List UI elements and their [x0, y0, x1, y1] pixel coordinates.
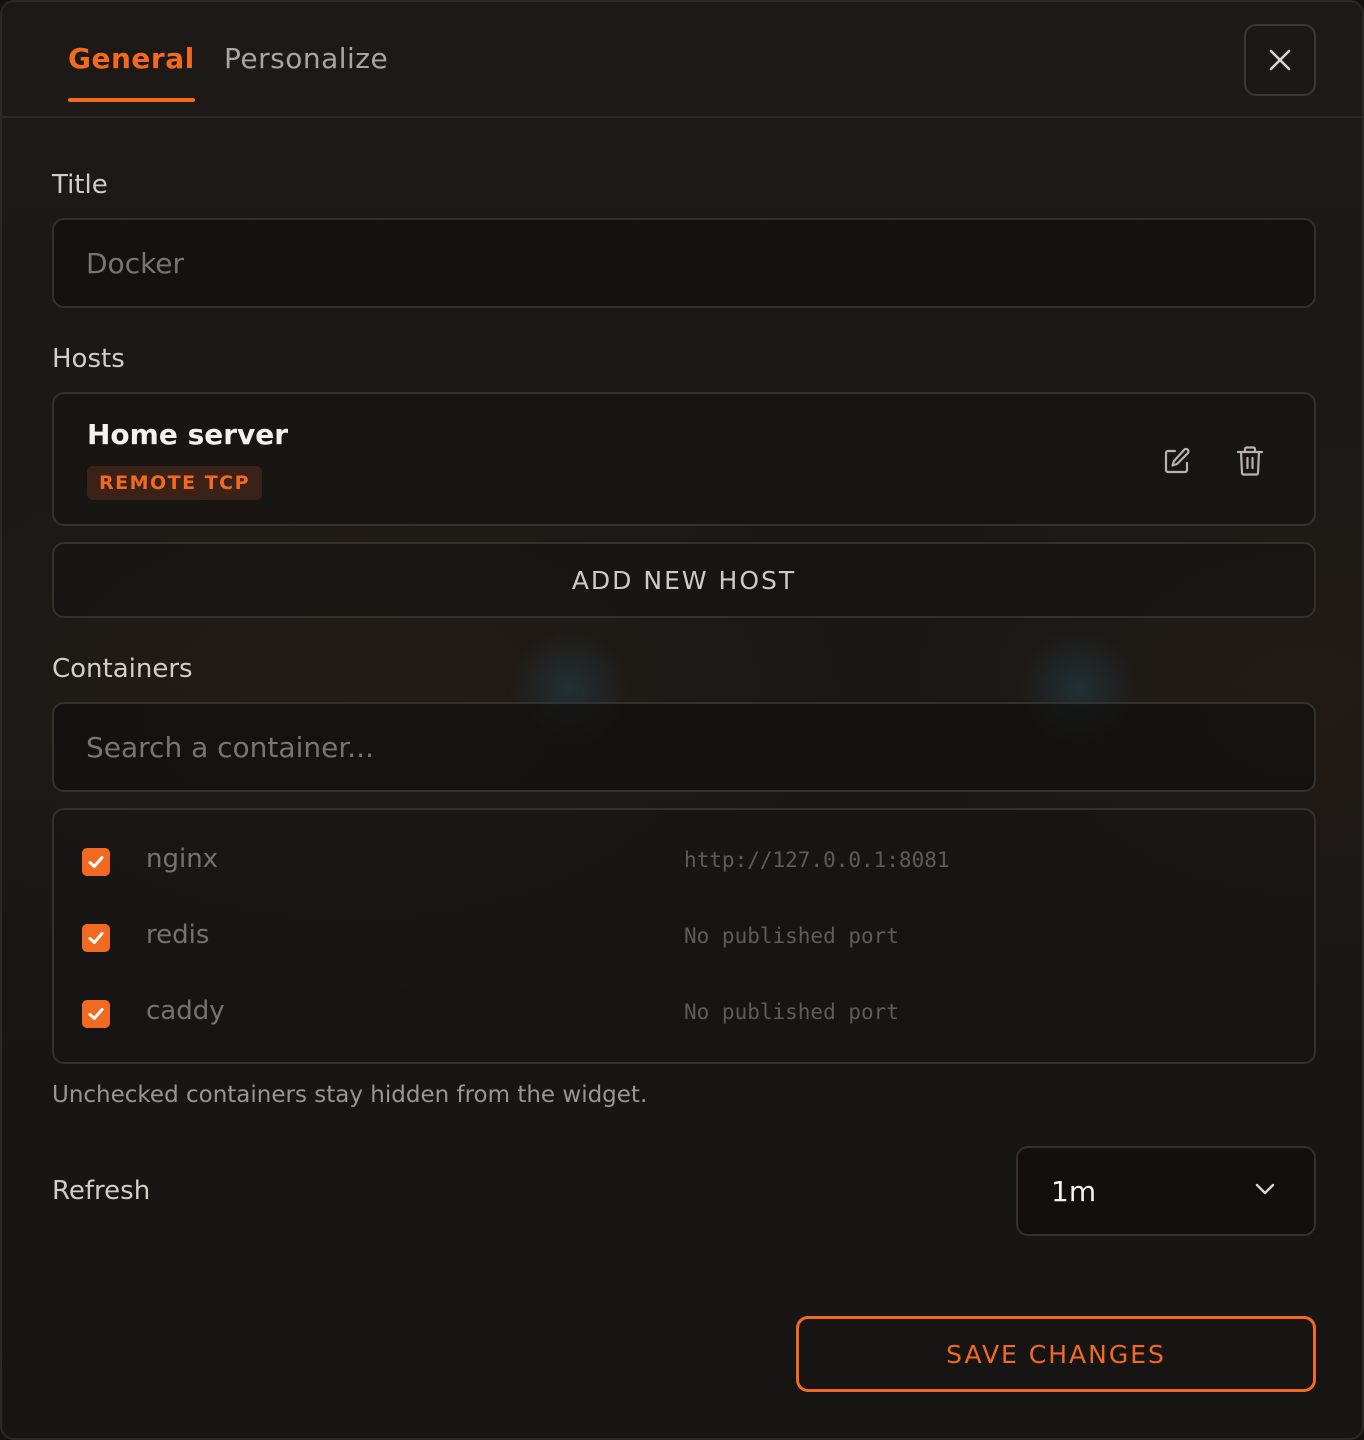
add-new-host-button[interactable]: ADD NEW HOST: [52, 542, 1316, 618]
container-checkbox[interactable]: [82, 848, 110, 876]
container-name: redis: [146, 920, 210, 950]
container-port: http://127.0.0.1:8081: [684, 848, 950, 872]
host-name: Home server: [87, 418, 289, 451]
container-list: nginx http://127.0.0.1:8081 redis No pub…: [52, 808, 1316, 1064]
title-input[interactable]: [52, 218, 1316, 308]
tab-general[interactable]: General: [68, 42, 195, 102]
hosts-label: Hosts: [52, 344, 125, 374]
refresh-select[interactable]: 1m: [1016, 1146, 1316, 1236]
checkmark-icon: [88, 1008, 104, 1020]
delete-host-button[interactable]: [1233, 444, 1267, 478]
container-row: redis No published port: [54, 908, 1314, 968]
widget-settings-dialog: General Personalize Title Hosts Home ser…: [0, 0, 1364, 1440]
container-checkbox[interactable]: [82, 1000, 110, 1028]
containers-label: Containers: [52, 654, 193, 684]
close-button[interactable]: [1244, 24, 1316, 96]
title-label: Title: [52, 170, 108, 200]
close-icon: [1269, 49, 1291, 71]
trash-icon: [1236, 446, 1264, 476]
tab-bar: General Personalize: [2, 2, 1362, 118]
container-port: No published port: [684, 1000, 899, 1024]
container-row: caddy No published port: [54, 984, 1314, 1044]
edit-icon: [1164, 447, 1190, 474]
checkmark-icon: [88, 932, 104, 944]
save-changes-button[interactable]: SAVE CHANGES: [796, 1316, 1316, 1392]
container-port: No published port: [684, 924, 899, 948]
container-search-input[interactable]: [52, 702, 1316, 792]
host-type-badge: REMOTE TCP: [87, 466, 263, 500]
refresh-value: 1m: [1051, 1174, 1097, 1208]
container-checkbox[interactable]: [82, 924, 110, 952]
container-row: nginx http://127.0.0.1:8081: [54, 832, 1314, 892]
chevron-down-icon: [1255, 1183, 1275, 1195]
containers-hint: Unchecked containers stay hidden from th…: [52, 1082, 648, 1108]
container-name: caddy: [146, 996, 225, 1026]
container-name: nginx: [146, 844, 219, 874]
refresh-label: Refresh: [52, 1176, 151, 1206]
tab-personalize[interactable]: Personalize: [224, 42, 388, 75]
checkmark-icon: [88, 856, 104, 868]
edit-host-button[interactable]: [1160, 444, 1194, 478]
host-card: Home server REMOTE TCP: [52, 392, 1316, 526]
